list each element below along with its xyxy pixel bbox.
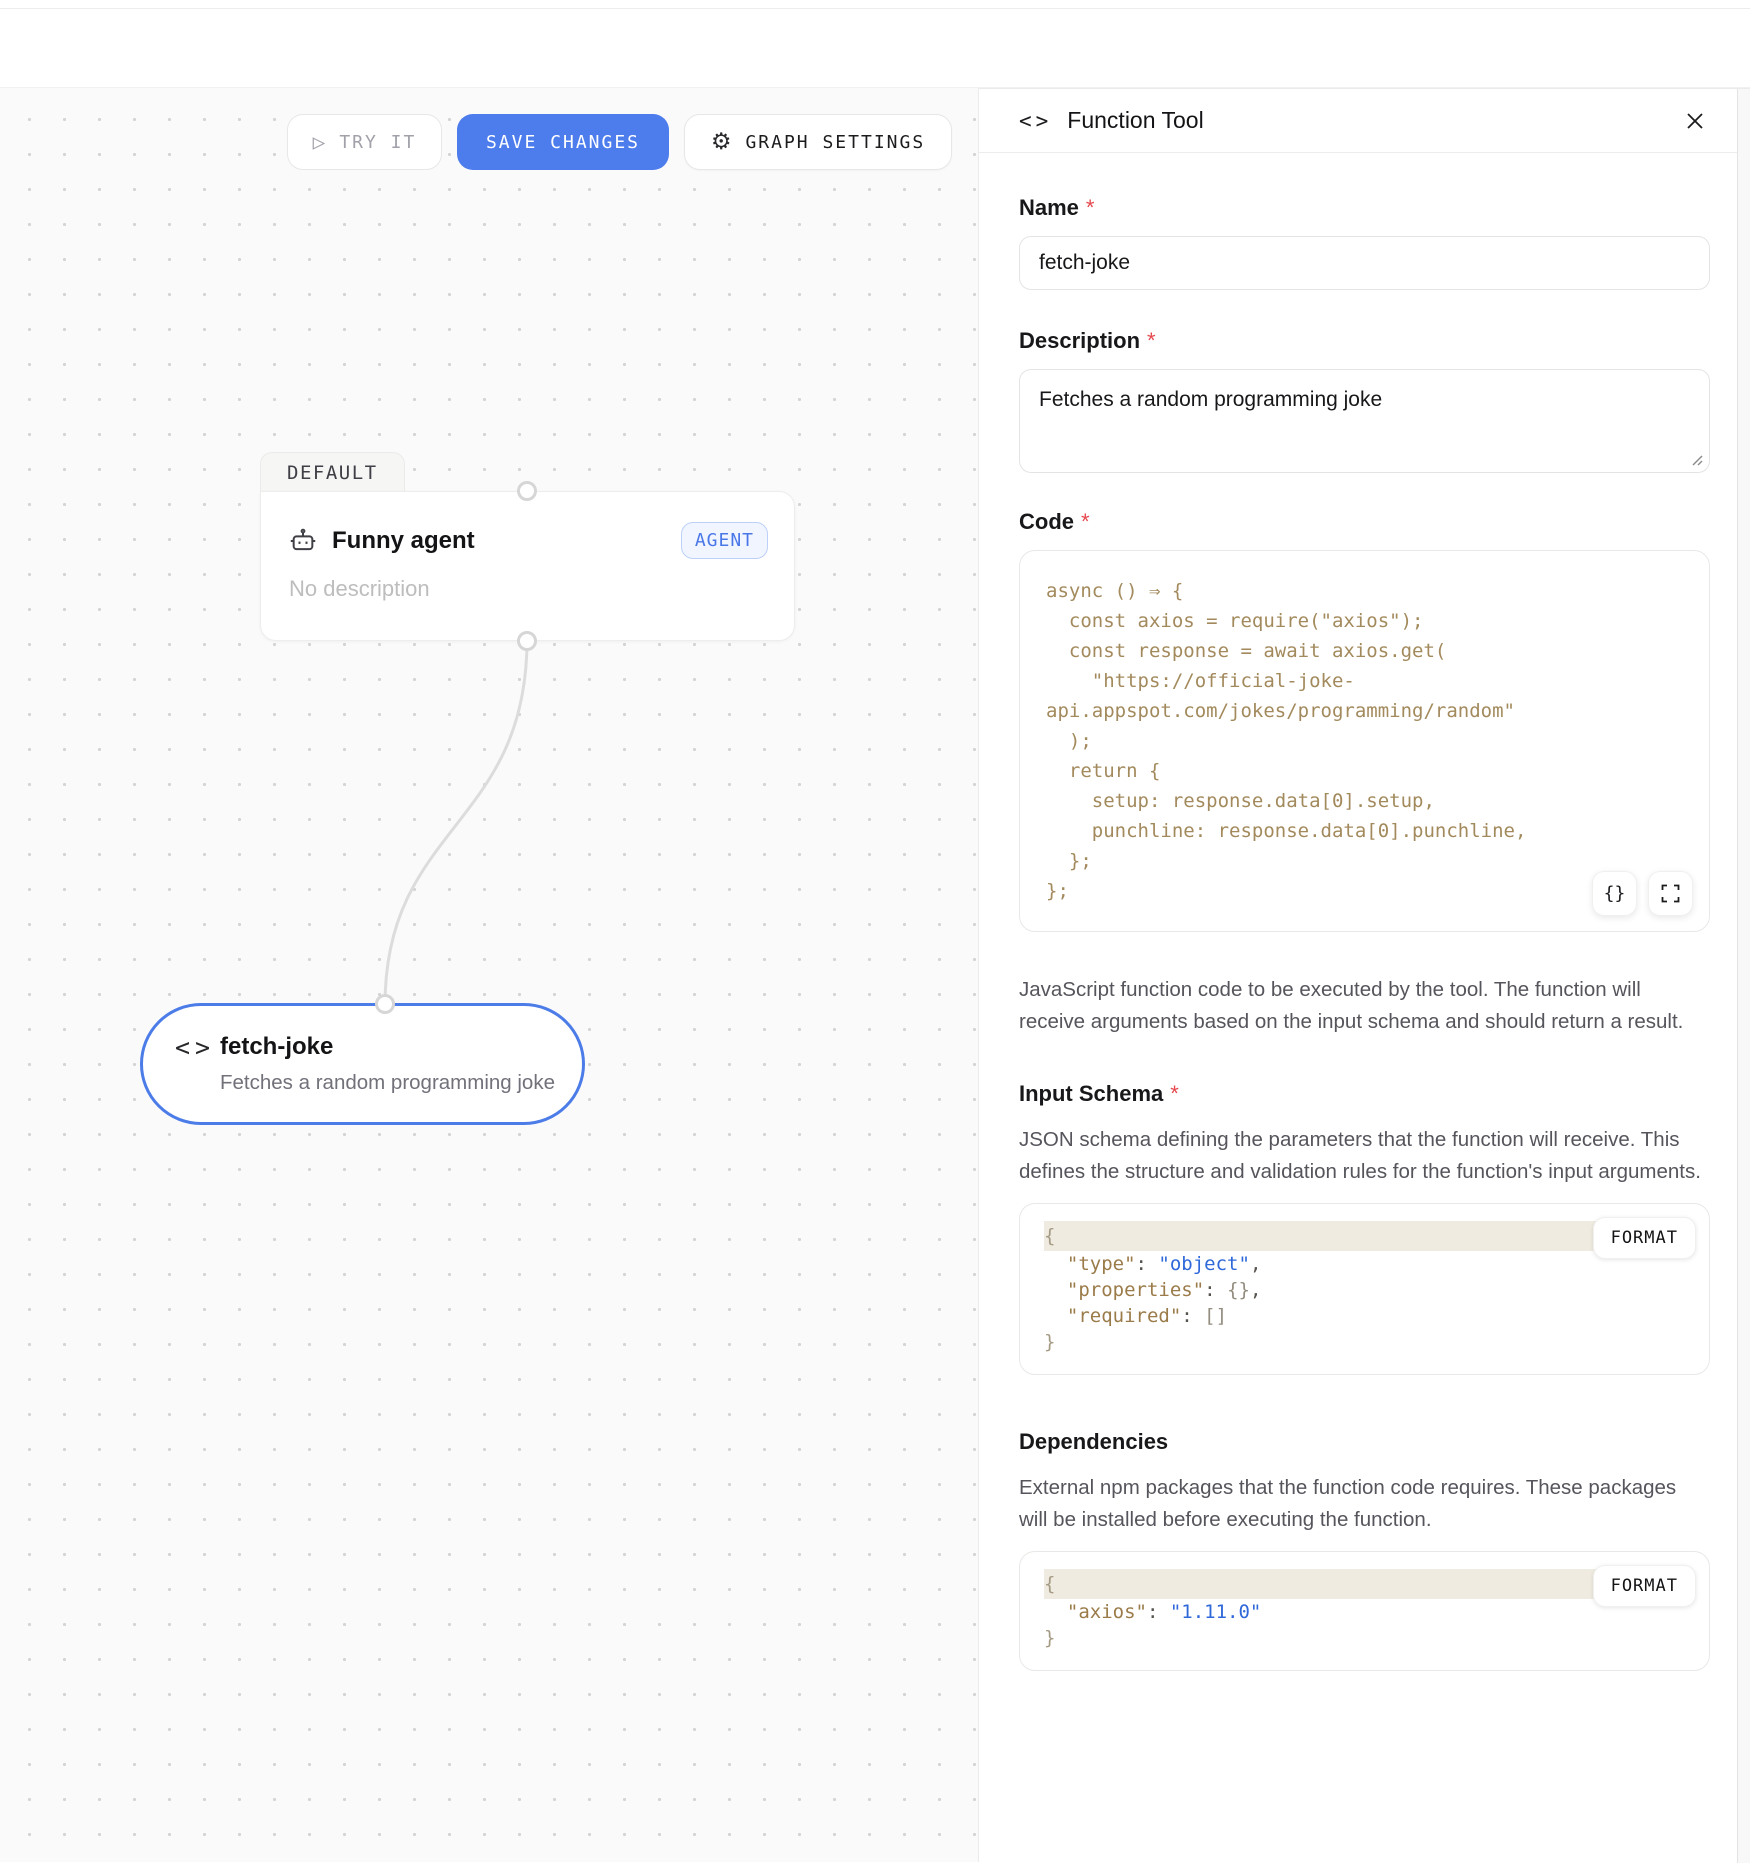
- tool-node-title: fetch-joke: [220, 1033, 558, 1062]
- robot-icon: [289, 527, 317, 555]
- code-editor[interactable]: async () ⇒ { const axios = require("axio…: [1046, 576, 1683, 906]
- format-braces-button[interactable]: {}: [1592, 871, 1637, 916]
- agent-node[interactable]: Funny agent AGENT No description: [260, 491, 795, 641]
- canvas-toolbar: ▷ TRY IT SAVE CHANGES ⚙ GRAPH SETTINGS: [287, 114, 952, 170]
- graph-canvas[interactable]: ▷ TRY IT SAVE CHANGES ⚙ GRAPH SETTINGS D…: [0, 88, 978, 1862]
- panel-title: Function Tool: [1067, 107, 1203, 134]
- try-it-button[interactable]: ▷ TRY IT: [287, 114, 442, 170]
- name-input[interactable]: [1019, 236, 1710, 290]
- group-tab-label: DEFAULT: [287, 462, 378, 484]
- close-icon: [1685, 111, 1705, 131]
- play-icon: ▷: [313, 130, 328, 154]
- save-changes-label: SAVE CHANGES: [486, 132, 640, 153]
- agent-node-title: Funny agent: [332, 527, 475, 555]
- code-icon: <>: [1019, 109, 1052, 133]
- edge-layer: [0, 88, 978, 1862]
- required-asterisk: *: [1081, 509, 1090, 534]
- required-asterisk: *: [1086, 195, 1095, 220]
- panel-body: Name* Description* Fetches a random prog…: [979, 153, 1750, 1711]
- function-tool-panel: <> Function Tool Name* Description* Fetc…: [978, 88, 1750, 1862]
- input-schema-label: Input Schema*: [1019, 1081, 1710, 1107]
- dependencies-label: Dependencies: [1019, 1429, 1710, 1455]
- resize-grip-icon[interactable]: [1689, 452, 1703, 466]
- input-schema-help-text: JSON schema defining the parameters that…: [1019, 1124, 1710, 1187]
- try-it-label: TRY IT: [339, 132, 416, 153]
- input-schema-editor[interactable]: { "type": "object", "properties": {}, "r…: [1044, 1221, 1685, 1355]
- dependencies-help-text: External npm packages that the function …: [1019, 1472, 1710, 1535]
- fullscreen-button[interactable]: [1648, 871, 1693, 916]
- top-edge-divider: [0, 8, 1750, 9]
- code-icon: <>: [175, 1033, 220, 1062]
- agent-bottom-handle[interactable]: [517, 631, 537, 651]
- group-tab-default[interactable]: DEFAULT: [260, 452, 405, 492]
- code-label: Code*: [1019, 509, 1710, 535]
- edge-agent-to-tool[interactable]: [385, 640, 527, 1005]
- description-label: Description*: [1019, 328, 1710, 354]
- tool-node-fetch-joke[interactable]: <> fetch-joke Fetches a random programmi…: [140, 1003, 585, 1125]
- tool-top-handle[interactable]: [375, 994, 395, 1014]
- graph-settings-label: GRAPH SETTINGS: [745, 132, 925, 153]
- tool-node-description: Fetches a random programming joke: [220, 1071, 558, 1095]
- required-asterisk: *: [1170, 1081, 1179, 1106]
- agent-top-handle[interactable]: [517, 481, 537, 501]
- dependencies-editor-box: { "axios": "1.11.0"} FORMAT: [1019, 1551, 1710, 1671]
- format-button[interactable]: FORMAT: [1593, 1565, 1696, 1607]
- panel-header: <> Function Tool: [979, 89, 1750, 153]
- agent-type-badge: AGENT: [681, 522, 768, 559]
- code-help-text: JavaScript function code to be executed …: [1019, 974, 1710, 1037]
- code-editor-box: async () ⇒ { const axios = require("axio…: [1019, 550, 1710, 932]
- fullscreen-icon: [1661, 884, 1680, 903]
- agent-node-description: No description: [289, 576, 768, 602]
- save-changes-button[interactable]: SAVE CHANGES: [457, 114, 669, 170]
- name-label: Name*: [1019, 195, 1710, 221]
- graph-settings-button[interactable]: ⚙ GRAPH SETTINGS: [684, 114, 952, 170]
- required-asterisk: *: [1147, 328, 1156, 353]
- description-textarea[interactable]: Fetches a random programming joke: [1019, 369, 1710, 473]
- panel-scrollbar[interactable]: [1737, 89, 1750, 1863]
- format-button[interactable]: FORMAT: [1593, 1217, 1696, 1259]
- gear-icon: ⚙: [711, 129, 734, 155]
- close-panel-button[interactable]: [1680, 106, 1710, 136]
- input-schema-editor-box: { "type": "object", "properties": {}, "r…: [1019, 1203, 1710, 1375]
- top-bar: [0, 0, 1750, 88]
- dependencies-editor[interactable]: { "axios": "1.11.0"}: [1044, 1569, 1685, 1651]
